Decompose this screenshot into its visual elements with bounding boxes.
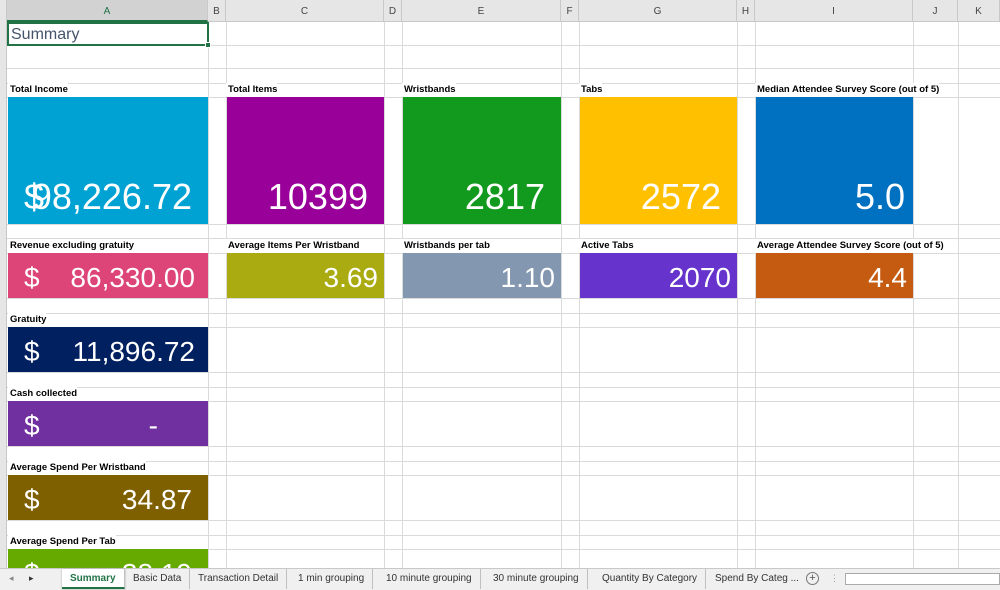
summary-title: Summary bbox=[11, 26, 80, 43]
tile-value: 98,226.72 bbox=[31, 176, 192, 217]
column-header-h[interactable]: H bbox=[737, 0, 755, 22]
tile-label: Cash collected bbox=[8, 387, 78, 401]
tile-value: 3.69 bbox=[323, 262, 379, 293]
column-header-k[interactable]: K bbox=[958, 0, 1000, 22]
tile-label: Tabs bbox=[579, 83, 603, 97]
tile-total-items[interactable]: 10399 bbox=[227, 97, 384, 224]
gridline bbox=[7, 372, 1000, 373]
gridline bbox=[737, 22, 738, 568]
tab-transaction-detail[interactable]: Transaction Detail bbox=[190, 569, 288, 589]
tile-label: Average Items Per Wristband bbox=[226, 239, 360, 253]
tile-wristbands-per-tab[interactable]: 1.10 bbox=[403, 253, 561, 298]
gridline bbox=[7, 520, 1000, 521]
tile-label: Wristbands per tab bbox=[402, 239, 490, 253]
currency-symbol: $ bbox=[24, 484, 40, 515]
tab-30-minute-grouping[interactable]: 30 minute grouping bbox=[485, 569, 588, 589]
tile-label: Average Spend Per Wristband bbox=[8, 461, 146, 475]
tile-revenue-excl-gratuity[interactable]: $86,330.00 bbox=[8, 253, 208, 298]
tile-label: Average Attendee Survey Score (out of 5) bbox=[755, 239, 944, 253]
tile-value: 2572 bbox=[640, 176, 721, 217]
gridline bbox=[208, 22, 209, 568]
gridline bbox=[384, 22, 385, 568]
gridline bbox=[7, 461, 1000, 462]
add-sheet-icon[interactable]: + bbox=[806, 572, 819, 585]
tile-value: 1.10 bbox=[500, 262, 556, 293]
gridline bbox=[958, 22, 959, 568]
column-header-f[interactable]: F bbox=[561, 0, 579, 22]
tile-active-tabs[interactable]: 2070 bbox=[580, 253, 737, 298]
worksheet-grid[interactable]: A B C D E F G H I J K Summary Total Inco… bbox=[0, 0, 1000, 568]
gridline bbox=[7, 68, 1000, 69]
tile-avg-items-per-wristband[interactable]: 3.69 bbox=[227, 253, 384, 298]
horizontal-scrollbar[interactable] bbox=[845, 573, 1000, 585]
select-all-corner[interactable] bbox=[0, 0, 7, 22]
tile-label: Total Items bbox=[226, 83, 278, 97]
tile-label: Active Tabs bbox=[579, 239, 634, 253]
tile-median-survey-score[interactable]: 5.0 bbox=[756, 97, 913, 224]
tile-label: Wristbands bbox=[402, 83, 456, 97]
tile-value: 86,330.00 bbox=[70, 262, 195, 293]
splitter-handle-icon[interactable]: ⋮ bbox=[830, 573, 839, 584]
column-header-e[interactable]: E bbox=[402, 0, 561, 22]
tile-value: 11,896.72 bbox=[72, 336, 196, 367]
tab-quantity-by-category[interactable]: Quantity By Category bbox=[594, 569, 707, 589]
gridline bbox=[7, 387, 1000, 388]
gridline bbox=[7, 313, 1000, 314]
next-sheet-icon[interactable]: ▸ bbox=[29, 573, 34, 584]
tile-value: 34.87 bbox=[121, 484, 192, 515]
gridline bbox=[7, 446, 1000, 447]
tab-spend-by-category[interactable]: Spend By Categ ... bbox=[707, 569, 807, 589]
tile-tabs[interactable]: 2572 bbox=[580, 97, 737, 224]
column-header-c[interactable]: C bbox=[226, 0, 384, 22]
tile-value: - bbox=[148, 410, 158, 441]
tile-avg-spend-per-tab[interactable]: $38.19 bbox=[8, 549, 208, 568]
column-header-i[interactable]: I bbox=[755, 0, 913, 22]
column-header-g[interactable]: G bbox=[579, 0, 737, 22]
tile-total-income[interactable]: $98,226.72 bbox=[8, 97, 208, 224]
currency-symbol: $ bbox=[24, 336, 40, 367]
column-header-b[interactable]: B bbox=[208, 0, 226, 22]
tile-value: 5.0 bbox=[854, 176, 905, 217]
column-header-a[interactable]: A bbox=[7, 0, 208, 22]
column-header-d[interactable]: D bbox=[384, 0, 402, 22]
prev-sheet-icon[interactable]: ◂ bbox=[9, 573, 14, 584]
gridline bbox=[561, 22, 562, 568]
row-headers[interactable] bbox=[0, 22, 7, 568]
gridline bbox=[7, 535, 1000, 536]
tile-value: 2817 bbox=[464, 176, 545, 217]
tile-gratuity[interactable]: $11,896.72 bbox=[8, 327, 208, 372]
currency-symbol: $ bbox=[24, 558, 40, 568]
tile-cash-collected[interactable]: $ - bbox=[8, 401, 208, 446]
tab-1-min-grouping[interactable]: 1 min grouping bbox=[290, 569, 374, 589]
tile-label: Total Income bbox=[8, 83, 68, 97]
tile-avg-survey-score[interactable]: 4.4 bbox=[756, 253, 913, 298]
tile-wristbands[interactable]: 2817 bbox=[403, 97, 561, 224]
tile-value: 38.19 bbox=[122, 558, 192, 568]
tile-label: Median Attendee Survey Score (out of 5) bbox=[755, 83, 940, 97]
tile-label: Average Spend Per Tab bbox=[8, 535, 116, 549]
tab-10-minute-grouping[interactable]: 10 minute grouping bbox=[378, 569, 481, 589]
gridline bbox=[7, 298, 1000, 299]
tab-basic-data[interactable]: Basic Data bbox=[125, 569, 191, 589]
cell-a1-summary-title[interactable]: Summary bbox=[7, 22, 211, 48]
tile-value: 2070 bbox=[668, 262, 731, 293]
tile-avg-spend-per-wristband[interactable]: $34.87 bbox=[8, 475, 208, 520]
currency-symbol: $ bbox=[24, 262, 40, 293]
tab-summary[interactable]: Summary bbox=[62, 569, 125, 589]
gridline bbox=[7, 224, 1000, 225]
tile-label: Revenue excluding gratuity bbox=[8, 239, 135, 253]
gridline bbox=[913, 22, 914, 568]
currency-symbol: $ bbox=[24, 410, 40, 441]
tile-value: 4.4 bbox=[868, 262, 907, 293]
fill-handle[interactable] bbox=[205, 42, 211, 48]
tile-label: Gratuity bbox=[8, 313, 47, 327]
column-header-j[interactable]: J bbox=[913, 0, 958, 22]
tile-value: 10399 bbox=[267, 176, 368, 217]
sheet-tab-bar: ◂ ▸ Summary Basic Data Transaction Detai… bbox=[0, 568, 1000, 590]
